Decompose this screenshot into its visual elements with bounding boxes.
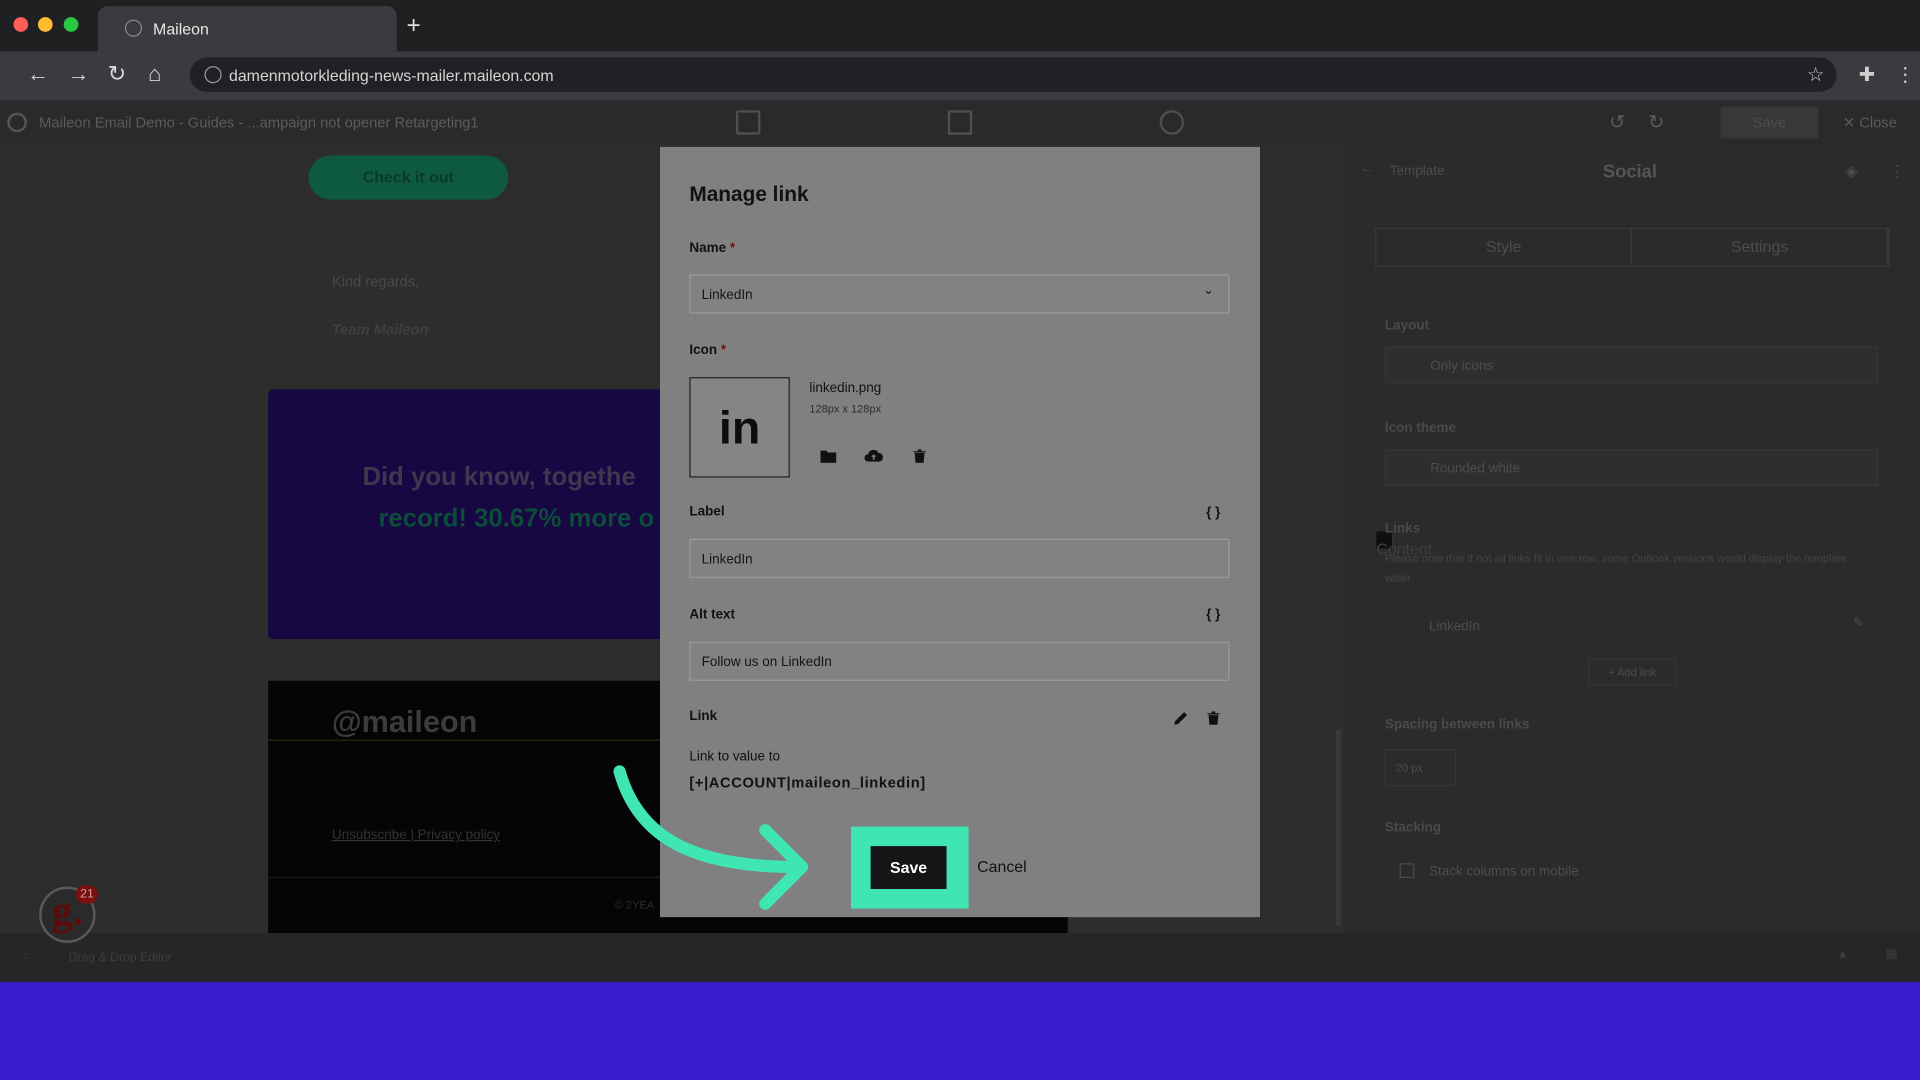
header-close-button[interactable]: ✕ Close xyxy=(1843,114,1897,131)
puzzle-icon[interactable]: ✚ xyxy=(1859,62,1875,86)
globe-icon xyxy=(124,19,143,37)
spacing-label: Spacing between links xyxy=(1384,717,1530,733)
layout-value: Only icons xyxy=(1430,358,1494,374)
bell-icon[interactable]: ▲ xyxy=(1837,948,1849,961)
banner-line-2: record! 30.67% more o xyxy=(378,504,655,533)
editor-mode-dropdown[interactable]: Drag & Drop Editor xyxy=(69,951,172,964)
alt-text-input[interactable]: Follow us on LinkedIn xyxy=(689,641,1230,681)
redo-icon[interactable]: ↻ xyxy=(1648,110,1664,134)
social-settings-panel: ← Template Social ◈ ⋮ Content Style Sett… xyxy=(1343,144,1920,934)
add-link-button[interactable]: + Add link xyxy=(1588,658,1677,686)
promo-banner[interactable]: Did you know, togethe record! 30.67% mor… xyxy=(268,389,673,640)
star-icon[interactable]: ☆ xyxy=(1807,62,1825,86)
apps-grid-icon[interactable]: ▦ xyxy=(1886,948,1898,961)
alt-text-label: Alt text xyxy=(689,607,736,623)
kind-regards-text: Kind regards, xyxy=(331,273,420,291)
chevron-down-icon: ⌄ xyxy=(1203,284,1214,298)
more-icon[interactable]: ⋮ xyxy=(1889,162,1905,182)
canvas-scrollbar[interactable] xyxy=(1335,729,1341,926)
layers-icon[interactable]: ◈ xyxy=(1845,162,1857,182)
braces-icon[interactable]: { } xyxy=(1206,607,1220,622)
home-icon[interactable]: ⌂ xyxy=(148,61,161,85)
address-bar[interactable]: damenmotorkleding-news-mailer.maileon.co… xyxy=(189,57,1837,92)
forward-icon[interactable]: → xyxy=(67,61,89,85)
icon-theme-value: Rounded white xyxy=(1430,461,1521,477)
footer-links[interactable]: Unsubscribe | Privacy policy xyxy=(332,828,500,843)
template-breadcrumb[interactable]: Template xyxy=(1390,164,1445,179)
braces-icon[interactable]: { } xyxy=(1206,506,1220,521)
upload-icon[interactable] xyxy=(864,449,884,466)
layout-grid-icon[interactable] xyxy=(735,110,761,135)
close-window-button[interactable] xyxy=(13,17,29,32)
menu-icon[interactable]: ⋮ xyxy=(1896,62,1916,86)
panel-title: Social xyxy=(1602,161,1657,183)
icon-theme-label: Icon theme xyxy=(1384,421,1457,436)
dialog-title: Manage link xyxy=(689,182,809,206)
reload-icon[interactable]: ↻ xyxy=(108,61,126,85)
label-input-value: LinkedIn xyxy=(701,552,753,567)
footer-logo: @maileon xyxy=(331,705,478,740)
browser-toolbar: ← → ↻ ⌂ damenmotorkleding-news-mailer.ma… xyxy=(0,51,1920,101)
link-field-label: Link xyxy=(689,708,718,724)
site-info-icon[interactable] xyxy=(204,66,222,84)
tab-title: Maileon xyxy=(153,19,209,38)
banner-line-1: Did you know, togethe xyxy=(362,462,636,492)
icon-theme-select[interactable]: Rounded white xyxy=(1384,449,1879,487)
name-select[interactable]: LinkedIn ⌄ xyxy=(689,274,1230,314)
desktop-preview-icon[interactable] xyxy=(947,110,973,135)
notification-badge: 21 xyxy=(75,885,98,904)
header-save-button[interactable]: Save xyxy=(1720,106,1819,139)
tab-settings[interactable]: Settings xyxy=(1632,228,1889,266)
icon-field-label: Icon * xyxy=(689,342,727,358)
browser-tab[interactable]: Maileon xyxy=(97,6,397,52)
editor-statusbar: ⋮ Drag & Drop Editor ▲ ▦ xyxy=(0,933,1920,983)
undo-icon[interactable]: ↺ xyxy=(1609,110,1625,134)
layout-select[interactable]: Only icons xyxy=(1384,346,1879,384)
maximize-window-button[interactable] xyxy=(63,17,79,32)
trash-icon[interactable] xyxy=(1207,709,1220,731)
tab-style[interactable]: Style xyxy=(1376,228,1633,266)
back-icon[interactable]: ← xyxy=(27,61,49,85)
url-text: damenmotorkleding-news-mailer.maileon.co… xyxy=(228,66,554,85)
pencil-icon[interactable] xyxy=(1174,709,1188,731)
team-signature: Team Maileon xyxy=(331,320,429,338)
linkedin-icon-preview: in xyxy=(689,377,790,478)
screen: Maileon + ← → ↻ ⌂ damenmotorkleding-news… xyxy=(0,0,1920,1080)
icon-filename: linkedin.png xyxy=(809,380,882,396)
links-label: Links xyxy=(1384,521,1421,537)
stacking-label: Stacking xyxy=(1384,820,1442,836)
stack-columns-label: Stack columns on mobile xyxy=(1428,864,1579,880)
stack-columns-checkbox[interactable] xyxy=(1399,863,1415,878)
campaign-title: Maileon Email Demo - Guides - ...ampaign… xyxy=(39,113,479,132)
link-item-linkedin[interactable]: LinkedIn xyxy=(1429,620,1480,635)
app-header: Maileon Email Demo - Guides - ...ampaign… xyxy=(0,100,1920,145)
save-button[interactable]: Save xyxy=(870,846,947,889)
edit-link-icon[interactable]: ✎ xyxy=(1853,615,1864,631)
panel-tabs: Content Style Settings xyxy=(1375,227,1890,558)
arrow-pointer-icon xyxy=(613,765,809,910)
browser-tabbar: Maileon + xyxy=(0,0,1920,52)
label-field-label: Label xyxy=(689,504,725,520)
maileon-logo-icon xyxy=(7,112,27,133)
name-field-label: Name * xyxy=(689,241,736,256)
new-tab-button[interactable]: + xyxy=(407,12,421,40)
alt-text-value: Follow us on LinkedIn xyxy=(701,655,832,670)
back-arrow-icon[interactable]: ← xyxy=(1360,162,1373,177)
settings-gear-icon[interactable] xyxy=(1159,110,1185,135)
check-it-out-button[interactable]: Check it out xyxy=(308,155,509,200)
cancel-button[interactable]: Cancel xyxy=(977,857,1027,875)
trash-icon[interactable] xyxy=(911,449,928,466)
links-note: Please note that if not all links fit in… xyxy=(1384,552,1847,585)
spacing-input[interactable]: 20 px xyxy=(1384,749,1456,787)
label-input[interactable]: LinkedIn xyxy=(689,538,1230,578)
name-select-value: LinkedIn xyxy=(701,287,753,303)
layout-label: Layout xyxy=(1384,318,1430,334)
icon-dimensions: 128px x 128px xyxy=(809,402,882,416)
statusbar-menu-icon[interactable]: ⋮ xyxy=(20,948,32,961)
minimize-window-button[interactable] xyxy=(37,17,53,32)
folder-icon[interactable] xyxy=(819,449,836,466)
